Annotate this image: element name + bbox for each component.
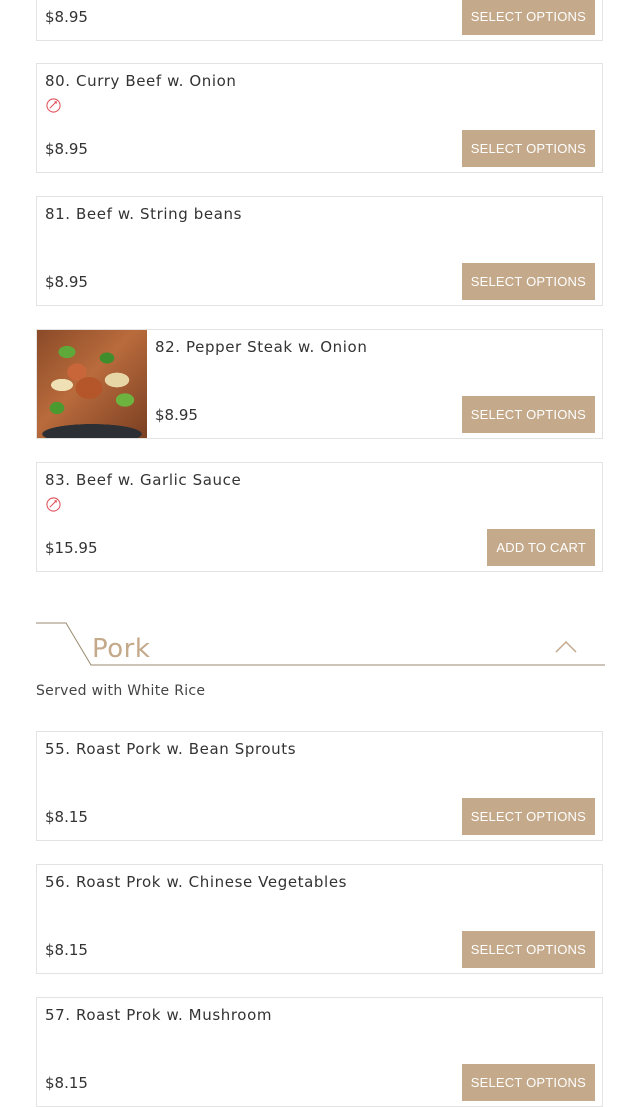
select-options-button[interactable]: SELECT OPTIONS	[461, 931, 595, 968]
section-description: Served with White Rice	[36, 683, 206, 699]
item-name: 81. Beef w. String beans	[45, 205, 243, 223]
item-name: 56. Roast Prok w. Chinese Vegetables	[45, 873, 348, 891]
select-options-button[interactable]: SELECT OPTIONS	[461, 798, 595, 835]
item-price: $8.15	[45, 941, 88, 959]
menu-item-card[interactable]: 81. Beef w. String beans $8.95 SELECT OP…	[36, 196, 603, 306]
select-options-button[interactable]: SELECT OPTIONS	[461, 0, 595, 35]
chevron-up-icon[interactable]	[555, 639, 577, 653]
item-name: 82. Pepper Steak w. Onion	[155, 338, 368, 356]
item-price: $8.95	[155, 406, 198, 424]
pork-section-header[interactable]: Pork	[36, 622, 605, 668]
item-price: $8.95	[45, 8, 88, 26]
item-price: $8.95	[45, 273, 88, 291]
select-options-button[interactable]: SELECT OPTIONS	[461, 1064, 595, 1101]
item-photo[interactable]	[37, 330, 147, 438]
item-price: $8.95	[45, 140, 88, 158]
section-title: Pork	[92, 634, 151, 664]
spicy-icon	[46, 497, 61, 512]
menu-item-card[interactable]: 55. Roast Pork w. Bean Sprouts $8.15 SEL…	[36, 731, 603, 841]
item-name: 57. Roast Prok w. Mushroom	[45, 1006, 273, 1024]
select-options-button[interactable]: SELECT OPTIONS	[461, 130, 595, 167]
select-options-button[interactable]: SELECT OPTIONS	[461, 396, 595, 433]
item-price: $15.95	[45, 539, 98, 557]
select-options-button[interactable]: SELECT OPTIONS	[461, 263, 595, 300]
menu-item-card[interactable]: 82. Pepper Steak w. Onion $8.95 SELECT O…	[36, 329, 603, 439]
item-name: 80. Curry Beef w. Onion	[45, 72, 237, 90]
menu-item-card[interactable]: 83. Beef w. Garlic Sauce $15.95 ADD TO C…	[36, 462, 603, 572]
item-name: 55. Roast Pork w. Bean Sprouts	[45, 740, 297, 758]
menu-item-card[interactable]: 80. Curry Beef w. Onion $8.95 SELECT OPT…	[36, 63, 603, 173]
menu-item-card[interactable]: 57. Roast Prok w. Mushroom $8.15 SELECT …	[36, 997, 603, 1107]
menu-item-card[interactable]: $8.95 SELECT OPTIONS	[36, 0, 603, 41]
menu-item-card[interactable]: 56. Roast Prok w. Chinese Vegetables $8.…	[36, 864, 603, 974]
add-to-cart-button[interactable]: ADD TO CART	[487, 529, 595, 566]
spicy-icon	[46, 98, 61, 113]
item-name: 83. Beef w. Garlic Sauce	[45, 471, 242, 489]
item-price: $8.15	[45, 1074, 88, 1092]
item-price: $8.15	[45, 808, 88, 826]
